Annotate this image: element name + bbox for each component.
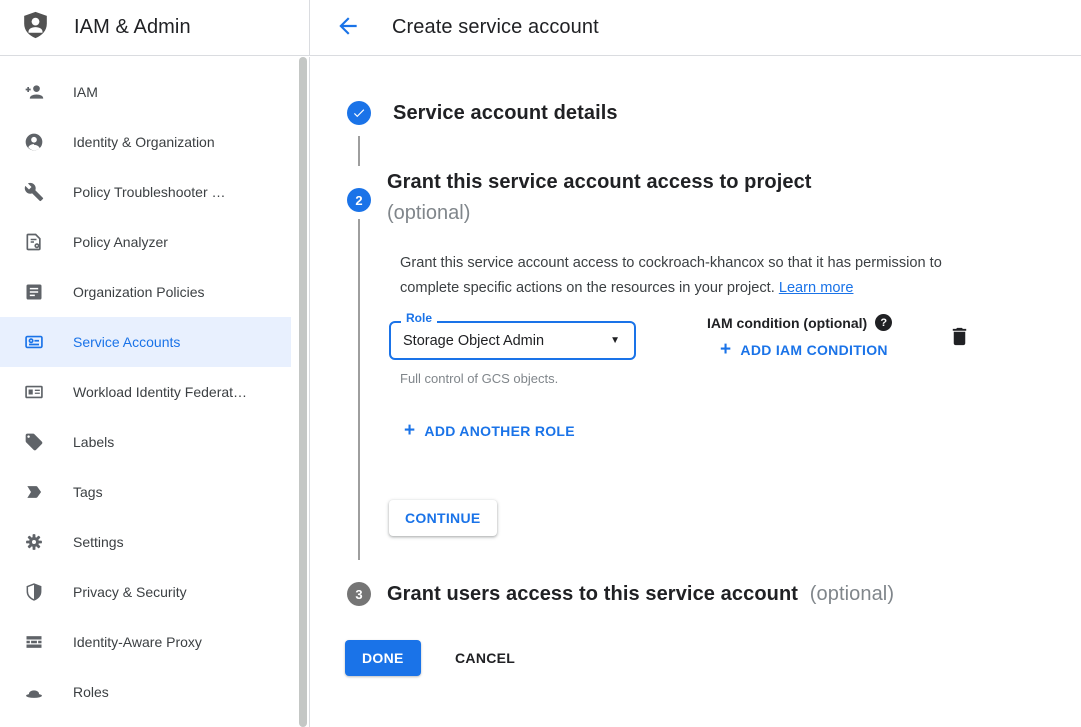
step-2-title: Grant this service account access to pro… [387,167,1007,198]
wrench-icon [24,182,44,202]
iam-condition-label: IAM condition (optional) [707,315,867,331]
sidebar-item-organization-policies[interactable]: Organization Policies [0,267,291,317]
sidebar-item-label: Roles [73,684,109,700]
done-button[interactable]: DONE [345,640,421,676]
role-field-label: Role [401,311,437,325]
sidebar-list: IAM Identity & Organization Policy Troub… [0,57,309,717]
account-circle-icon [24,132,44,152]
sidebar-item-label: Policy Analyzer [73,234,168,250]
sidebar-item-iam[interactable]: IAM [0,67,291,117]
caret-down-icon: ▼ [610,335,620,346]
delete-role-button[interactable] [946,325,972,351]
policy-analyzer-icon [24,232,44,252]
sidebar-item-label: Service Accounts [73,334,180,350]
sidebar-item-settings[interactable]: Settings [0,517,291,567]
service-account-icon [24,332,44,352]
add-iam-condition-label: ADD IAM CONDITION [740,342,887,358]
step-2-number: 2 [347,188,371,212]
add-another-role-label: ADD ANOTHER ROLE [424,423,575,439]
sidebar-item-policy-analyzer[interactable]: Policy Analyzer [0,217,291,267]
step-3-grant-users-access: 3 Grant users access to this service acc… [347,582,894,606]
shield-icon [24,582,44,602]
sidebar-item-label: Labels [73,434,114,450]
role-helper-text: Full control of GCS objects. [400,371,558,386]
product-title: IAM & Admin [74,16,191,39]
sidebar: IAM Identity & Organization Policy Troub… [0,57,310,727]
sidebar-item-label: Workload Identity Federat… [73,384,247,400]
main-content: Service account details 2 Grant this ser… [311,57,1081,727]
stepper-connector [358,136,360,166]
sidebar-item-privacy-security[interactable]: Privacy & Security [0,567,291,617]
page-header: Create service account [310,0,1081,55]
plus-icon: + [720,342,731,358]
sidebar-item-label: Identity & Organization [73,134,215,150]
sidebar-item-roles[interactable]: Roles [0,667,291,717]
gear-icon [24,532,44,552]
back-button[interactable] [335,15,361,41]
role-selected-value: Storage Object Admin [403,333,610,349]
sidebar-item-label: Tags [73,484,103,500]
article-icon [24,282,44,302]
sidebar-item-identity-aware-proxy[interactable]: Identity-Aware Proxy [0,617,291,667]
label-icon [24,432,44,452]
step-1-complete-icon [347,101,371,125]
sidebar-item-policy-troubleshooter[interactable]: Policy Troubleshooter … [0,167,291,217]
arrow-back-icon [335,13,361,42]
step-3-optional: (optional) [810,583,894,605]
tag-icon [24,482,44,502]
sidebar-item-service-accounts[interactable]: Service Accounts [0,317,291,367]
sidebar-item-label: IAM [73,84,98,100]
role-select[interactable]: Storage Object Admin ▼ [389,321,636,360]
badge-icon [24,382,44,402]
cancel-button[interactable]: CANCEL [445,640,525,676]
continue-button[interactable]: CONTINUE [389,500,497,536]
add-iam-condition-button[interactable]: + ADD IAM CONDITION [720,342,888,358]
sidebar-item-label: Identity-Aware Proxy [73,634,202,650]
product-header: IAM & Admin [0,0,310,55]
step-2-heading: Grant this service account access to pro… [387,167,1007,229]
iam-condition-label-row: IAM condition (optional) ? [707,314,892,331]
step-1-service-account-details: Service account details [347,101,618,125]
person-add-icon [24,82,44,102]
step-3-number: 3 [347,582,371,606]
gcp-console: IAM & Admin Create service account IAM I… [0,0,1081,727]
sidebar-scrollbar[interactable] [299,57,307,727]
sidebar-item-label: Settings [73,534,124,550]
sidebar-item-label: Organization Policies [73,284,205,300]
sidebar-item-label: Privacy & Security [73,584,187,600]
sidebar-item-labels[interactable]: Labels [0,417,291,467]
step-1-title: Service account details [393,102,618,125]
step-3-title: Grant users access to this service accou… [387,583,894,606]
sidebar-item-tags[interactable]: Tags [0,467,291,517]
sidebar-item-identity-organization[interactable]: Identity & Organization [0,117,291,167]
plus-icon: + [404,423,415,439]
step-2-optional: (optional) [387,198,1007,229]
stepper-connector [358,219,360,560]
learn-more-link[interactable]: Learn more [779,280,854,296]
trash-icon [948,336,971,351]
roles-icon [24,682,44,702]
sidebar-item-label: Policy Troubleshooter … [73,184,226,200]
description-text: Grant this service account access to coc… [400,255,942,297]
top-header: IAM & Admin Create service account [0,0,1081,56]
add-another-role-button[interactable]: + ADD ANOTHER ROLE [404,423,575,439]
page-title: Create service account [392,16,599,39]
step-2-description: Grant this service account access to coc… [400,251,992,302]
iam-admin-shield-icon [21,9,50,46]
step-3-title-text: Grant users access to this service accou… [387,583,798,605]
help-icon[interactable]: ? [875,314,892,331]
proxy-icon [24,632,44,652]
sidebar-item-workload-identity-federat[interactable]: Workload Identity Federat… [0,367,291,417]
